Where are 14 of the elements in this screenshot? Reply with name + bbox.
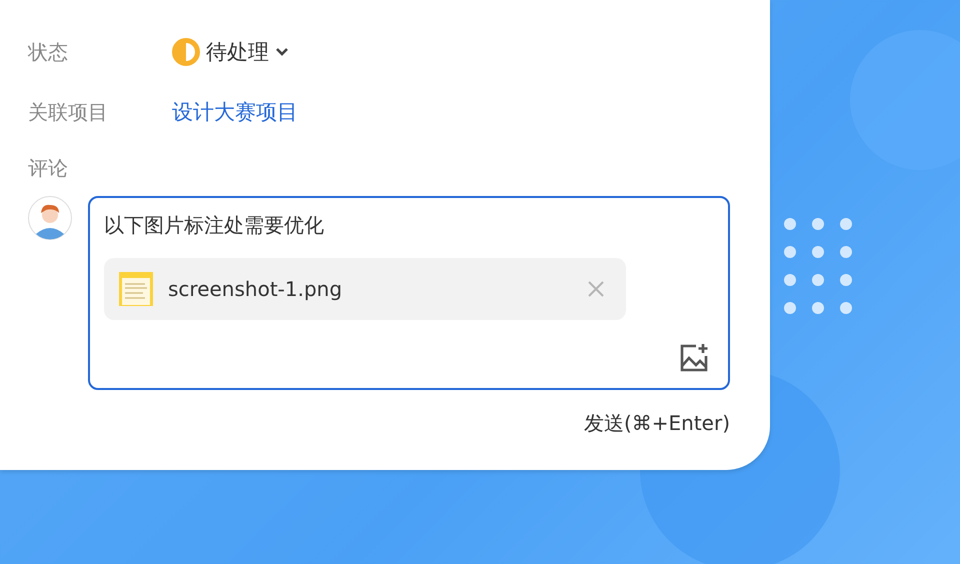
chevron-down-icon: [275, 47, 289, 57]
image-thumbnail-icon: [118, 271, 154, 307]
file-name: screenshot-1.png: [168, 277, 344, 301]
project-link[interactable]: 设计大赛项目: [172, 100, 298, 124]
half-circle-icon: [172, 38, 200, 66]
comment-text: 以下图片标注处需要优化: [104, 212, 325, 238]
field-label: 关联项目: [28, 98, 109, 126]
comment-input[interactable]: 以下图片标注处需要优化 screenshot-1.png: [88, 196, 730, 390]
send-button[interactable]: 发送(⌘+Enter): [584, 410, 730, 437]
comment-label: 评论: [28, 154, 69, 182]
add-image-icon[interactable]: [678, 342, 710, 374]
status-dropdown[interactable]: 待处理: [172, 38, 289, 66]
avatar-drawing: [28, 196, 72, 240]
field-label: 状态: [28, 38, 69, 66]
